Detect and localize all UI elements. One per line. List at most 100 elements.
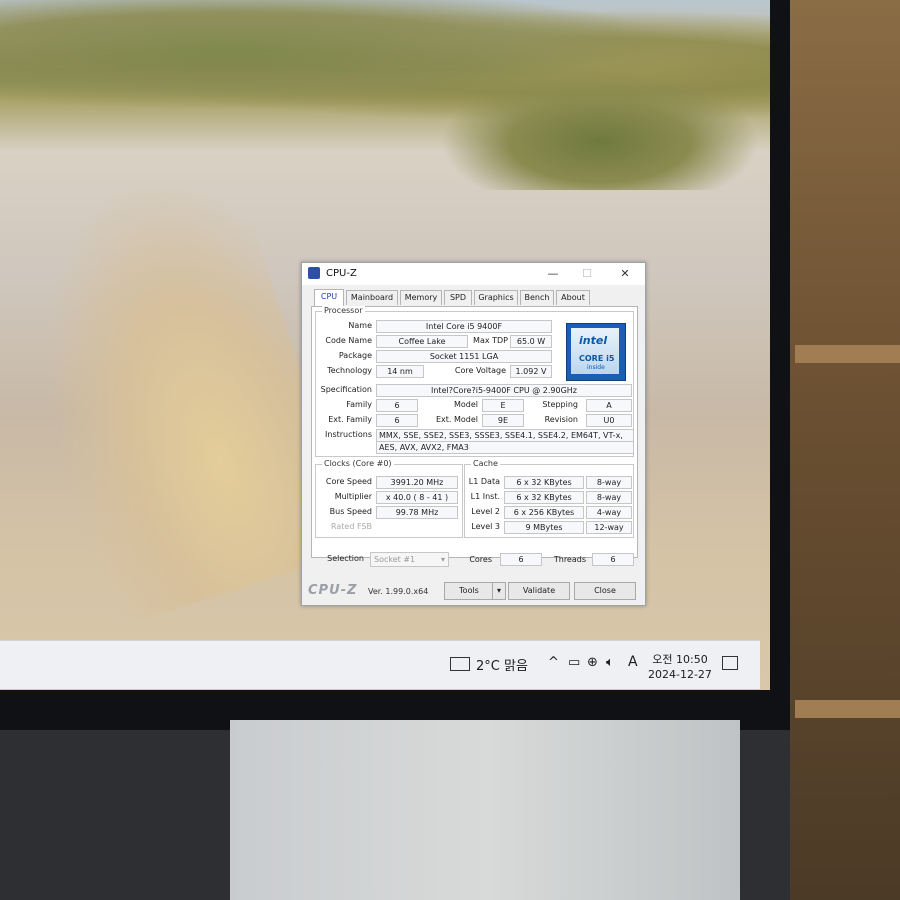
version-text: Ver. 1.99.0.x64 <box>368 587 429 596</box>
cores-label: Cores <box>469 555 492 564</box>
model-label: Model <box>453 400 478 409</box>
shelf-board <box>795 345 900 363</box>
ext-model-value: 9E <box>482 414 524 427</box>
bus-speed-label: Bus Speed <box>329 507 372 516</box>
cpuz-app-icon <box>308 267 320 279</box>
multiplier-value: x 40.0 ( 8 - 41 ) <box>376 491 458 504</box>
clock-time: 오전 10:50 <box>652 653 708 666</box>
window-title: CPU-Z <box>326 268 357 279</box>
family-value: 6 <box>376 399 418 412</box>
bus-speed-value: 99.78 MHz <box>376 506 458 519</box>
close-window-button[interactable]: ✕ <box>614 265 636 282</box>
name-value: Intel Core i5 9400F <box>376 320 552 333</box>
tdp-label: Max TDP <box>473 336 508 345</box>
cpu-tab-panel: Processor Name Intel Core i5 9400F Code … <box>311 306 638 558</box>
instructions-label: Instructions <box>325 430 372 439</box>
taskbar: 2°C 맑음 ^ ▭ ⊕ 🔈︎ A <box>0 640 760 689</box>
cache-group-label: Cache <box>471 459 500 468</box>
tools-dropdown-button[interactable]: ▾ <box>492 582 506 600</box>
tab-cpu[interactable]: CPU <box>314 289 344 306</box>
level2-label: Level 2 <box>471 507 500 516</box>
notification-icon[interactable] <box>722 656 738 670</box>
tab-spd[interactable]: SPD <box>444 290 472 305</box>
stepping-label: Stepping <box>542 400 578 409</box>
socket-select[interactable]: Socket #1 ▾ <box>370 552 449 567</box>
clocks-group-label: Clocks (Core #0) <box>322 459 394 468</box>
instructions-line2: AES, AVX, AVX2, FMA3 <box>376 441 634 454</box>
chevron-down-icon: ▾ <box>440 555 445 564</box>
level3-assoc: 12-way <box>586 521 632 534</box>
level2-value: 6 x 256 KBytes <box>504 506 584 519</box>
name-label: Name <box>348 321 372 330</box>
l1-data-assoc: 8-way <box>586 476 632 489</box>
revision-label: Revision <box>544 415 578 424</box>
shelf-board <box>795 700 900 718</box>
cores-value: 6 <box>500 553 542 566</box>
tab-about[interactable]: About <box>556 290 590 305</box>
wall-behind-monitor <box>230 720 740 900</box>
package-label: Package <box>338 351 372 360</box>
l1-inst-label: L1 Inst. <box>470 492 500 501</box>
cpuz-logo: CPU-Z <box>308 583 358 598</box>
footer-bar: CPU-Z Ver. 1.99.0.x64 Tools ▾ Validate C… <box>302 579 645 603</box>
l1-data-label: L1 Data <box>468 477 500 486</box>
family-label: Family <box>346 400 372 409</box>
l1-inst-value: 6 x 32 KBytes <box>504 491 584 504</box>
processor-group-label: Processor <box>322 306 365 315</box>
display-icon[interactable]: ▭ <box>568 655 580 670</box>
l1-inst-assoc: 8-way <box>586 491 632 504</box>
wallpaper-grass-right <box>440 70 760 190</box>
clock-date: 2024-12-27 <box>648 668 712 681</box>
weather-text[interactable]: 2°C 맑음 <box>476 655 528 674</box>
revision-value: U0 <box>586 414 632 427</box>
multiplier-label: Multiplier <box>334 492 372 501</box>
volume-icon[interactable]: 🔈︎ <box>606 655 614 670</box>
tab-graphics[interactable]: Graphics <box>474 290 518 305</box>
close-button[interactable]: Close <box>574 582 636 600</box>
selection-label: Selection <box>327 554 364 563</box>
validate-button[interactable]: Validate <box>508 582 570 600</box>
model-value: E <box>482 399 524 412</box>
ime-indicator[interactable]: A <box>628 654 638 670</box>
tools-button[interactable]: Tools <box>444 582 494 600</box>
intel-core-i5-logo: intel CORE i5 inside <box>566 323 626 381</box>
intel-logo-inner: intel CORE i5 inside <box>571 328 619 374</box>
chevron-up-icon[interactable]: ^ <box>548 655 559 670</box>
minimize-button[interactable]: — <box>542 265 564 282</box>
intel-logo-text: intel <box>579 334 608 347</box>
level3-label: Level 3 <box>471 522 500 531</box>
socket-select-value: Socket #1 <box>374 555 416 564</box>
intel-inside-text: inside <box>587 364 605 371</box>
voltage-value: 1.092 V <box>510 365 552 378</box>
title-bar[interactable]: CPU-Z — ☐ ✕ <box>302 263 645 285</box>
tab-bench[interactable]: Bench <box>520 290 554 305</box>
level2-assoc: 4-way <box>586 506 632 519</box>
ext-family-label: Ext. Family <box>328 415 372 424</box>
rated-fsb-label: Rated FSB <box>331 522 372 531</box>
tab-mainboard[interactable]: Mainboard <box>346 290 398 305</box>
l1-data-value: 6 x 32 KBytes <box>504 476 584 489</box>
stepping-value: A <box>586 399 632 412</box>
voltage-label: Core Voltage <box>454 366 506 375</box>
wooden-shelf <box>790 0 900 900</box>
weather-widget-icon[interactable] <box>450 657 470 671</box>
core-speed-label: Core Speed <box>325 477 372 486</box>
network-icon[interactable]: ⊕ <box>587 655 598 670</box>
taskbar-clock[interactable]: 오전 10:50 2024-12-27 <box>648 652 712 682</box>
level3-value: 9 MBytes <box>504 521 584 534</box>
tab-memory[interactable]: Memory <box>400 290 442 305</box>
intel-core-text: CORE i5 <box>579 354 615 363</box>
cpuz-window: CPU-Z — ☐ ✕ CPU Mainboard Memory SPD Gra… <box>301 262 646 606</box>
specification-label: Specification <box>320 385 372 394</box>
chevron-down-icon: ▾ <box>496 586 501 595</box>
technology-label: Technology <box>327 366 372 375</box>
package-value: Socket 1151 LGA <box>376 350 552 363</box>
codename-value: Coffee Lake <box>376 335 468 348</box>
specification-value: Intel?Core?i5-9400F CPU @ 2.90GHz <box>376 384 632 397</box>
codename-label: Code Name <box>325 336 372 345</box>
maximize-button[interactable]: ☐ <box>576 265 598 282</box>
ext-model-label: Ext. Model <box>435 415 478 424</box>
technology-value: 14 nm <box>376 365 424 378</box>
tdp-value: 65.0 W <box>510 335 552 348</box>
threads-label: Threads <box>553 555 586 564</box>
